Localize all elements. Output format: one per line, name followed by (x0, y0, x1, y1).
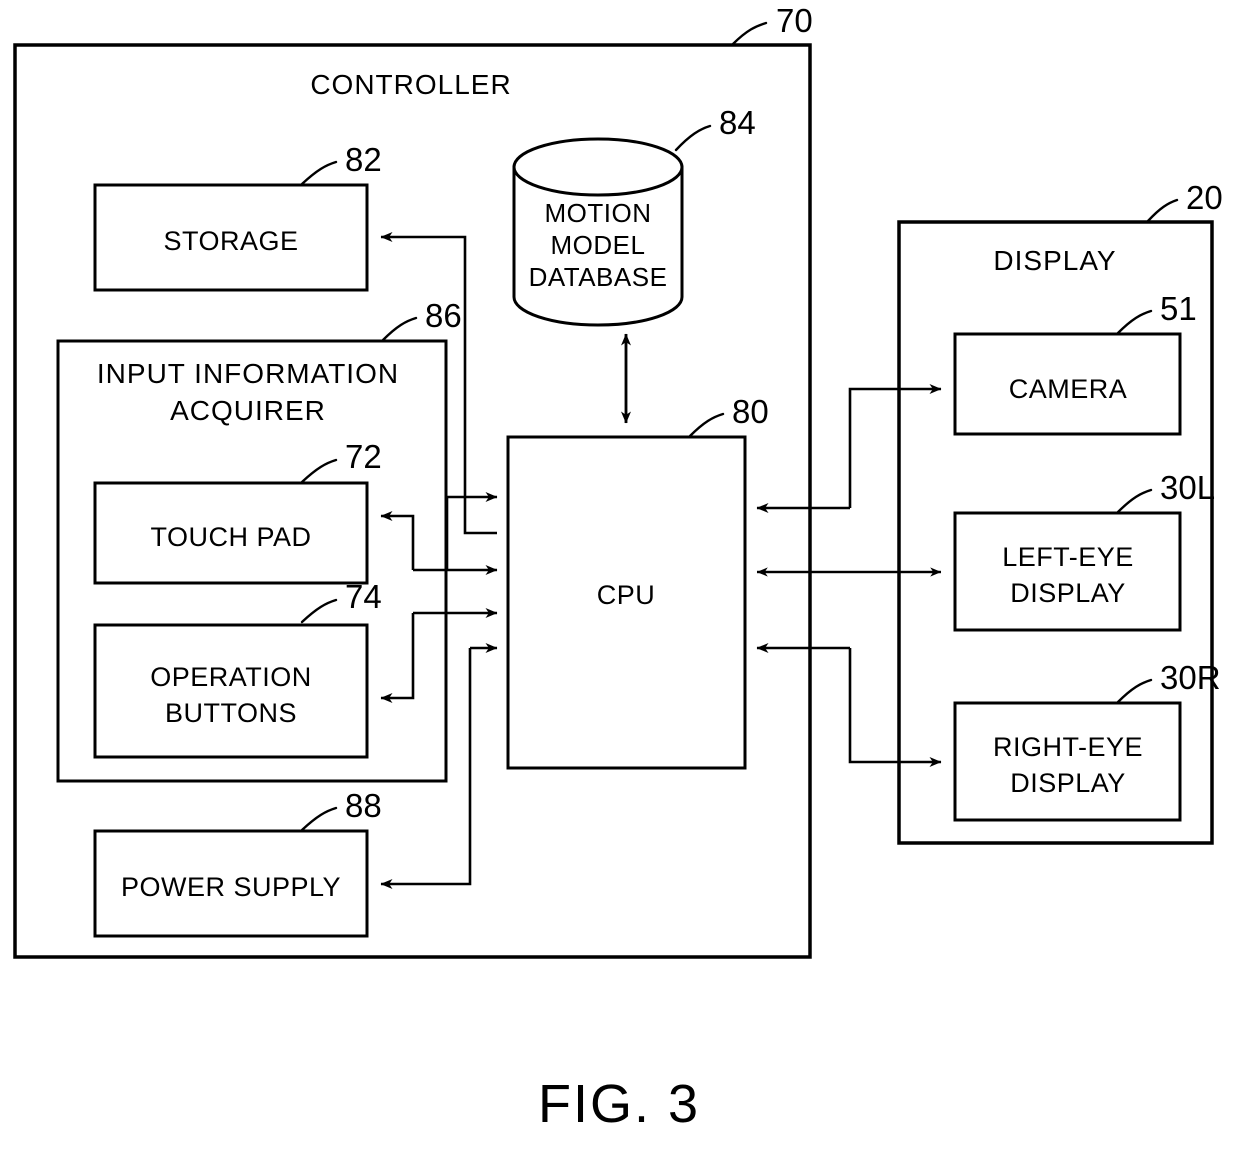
block-touch-pad: TOUCH PAD 72 (93, 438, 382, 585)
ref-51: 51 (1160, 290, 1197, 327)
right-eye-line2: DISPLAY (1010, 768, 1126, 798)
container-controller: CONTROLLER 70 (13, 2, 813, 959)
ref-84: 84 (719, 104, 756, 141)
controller-title: CONTROLLER (310, 69, 511, 100)
display-title: DISPLAY (993, 245, 1116, 276)
ref-20: 20 (1186, 179, 1223, 216)
operation-buttons-line2: BUTTONS (165, 698, 297, 728)
figure-root: CONTROLLER 70 DISPLAY 20 STORAGE 82 MOTI… (0, 0, 1240, 1151)
figure-caption: FIG. 3 (538, 1074, 700, 1134)
left-eye-line2: DISPLAY (1010, 578, 1126, 608)
cpu-label: CPU (597, 580, 656, 610)
mmdb-line2: MODEL (551, 230, 646, 260)
connection-cpu-power-supply (380, 643, 498, 889)
ref-30R: 30R (1160, 659, 1221, 696)
camera-label: CAMERA (1009, 374, 1128, 404)
block-power-supply: POWER SUPPLY 88 (93, 787, 382, 938)
ref-86: 86 (425, 297, 462, 334)
ref-82: 82 (345, 141, 382, 178)
operation-buttons-line1: OPERATION (150, 662, 312, 692)
ref-30L: 30L (1160, 469, 1215, 506)
ref-74: 74 (345, 578, 382, 615)
block-left-eye-display: LEFT-EYE DISPLAY 30L (953, 469, 1215, 632)
right-bus-lines (808, 335, 901, 796)
touch-pad-label: TOUCH PAD (150, 522, 311, 552)
block-operation-buttons: OPERATION BUTTONS 74 (93, 578, 382, 759)
block-motion-model-database: MOTION MODEL DATABASE 84 (512, 104, 756, 327)
ref-70: 70 (776, 2, 813, 39)
ref-80: 80 (732, 393, 769, 430)
ref-72: 72 (345, 438, 382, 475)
right-eye-line1: RIGHT-EYE (993, 732, 1143, 762)
storage-label: STORAGE (163, 226, 298, 256)
left-eye-line1: LEFT-EYE (1002, 542, 1134, 572)
block-camera: CAMERA 51 (953, 290, 1197, 436)
ref-88: 88 (345, 787, 382, 824)
mmdb-line1: MOTION (545, 198, 652, 228)
connection-cpu-camera (756, 384, 942, 513)
block-storage: STORAGE 82 (93, 141, 382, 292)
block-diagram-svg: CONTROLLER 70 DISPLAY 20 STORAGE 82 MOTI… (13, 2, 1223, 1134)
acquirer-title-line2: ACQUIRER (170, 395, 326, 426)
connection-cpu-right-eye (756, 643, 942, 767)
power-supply-label: POWER SUPPLY (121, 872, 341, 902)
block-right-eye-display: RIGHT-EYE DISPLAY 30R (953, 659, 1221, 822)
block-cpu: CPU 80 (506, 393, 769, 770)
connection-cpu-operation-buttons (380, 608, 498, 703)
mmdb-line3: DATABASE (529, 262, 668, 292)
acquirer-title-line1: INPUT INFORMATION (97, 358, 399, 389)
